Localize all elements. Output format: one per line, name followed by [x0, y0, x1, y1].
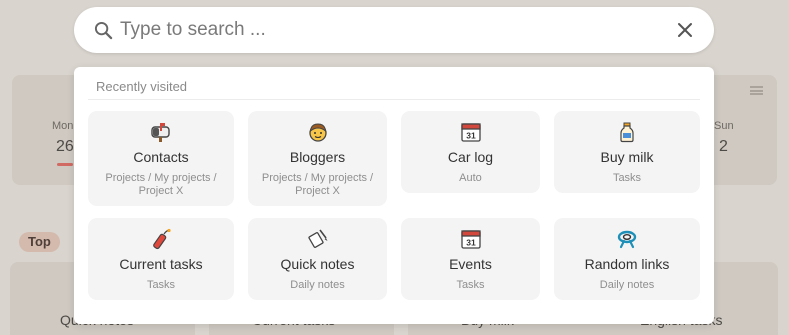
recent-item-bloggers[interactable]: Bloggers Projects / My projects / Projec…	[248, 111, 387, 206]
menu-icon	[750, 86, 763, 95]
day-number-sun: 2	[719, 138, 728, 155]
calendar-icon: 31	[460, 121, 482, 143]
recent-item-path: Auto	[459, 172, 482, 184]
recent-item-events[interactable]: 31 Events Tasks	[401, 218, 540, 300]
day-label-sun: Sun	[714, 120, 734, 132]
divider	[88, 99, 700, 100]
svg-text:31: 31	[466, 131, 476, 141]
recent-item-title: Random links	[584, 256, 670, 272]
recent-item-path: Projects / My projects / Project X	[261, 172, 374, 197]
recent-item-title: Buy milk	[600, 149, 654, 165]
recent-item-path: Tasks	[456, 279, 485, 291]
calendar-icon: 31	[460, 228, 482, 250]
recent-item-title: Current tasks	[119, 256, 203, 272]
recently-visited-heading: Recently visited	[96, 79, 188, 94]
recent-item-path: Projects / My projects / Project X	[105, 172, 217, 197]
recent-item-title: Car log	[447, 149, 494, 165]
search-bar	[74, 7, 714, 53]
recent-item-current-tasks[interactable]: Current tasks Tasks	[88, 218, 234, 300]
recent-item-random-links[interactable]: Random links Daily notes	[554, 218, 700, 300]
search-dropdown: Recently visited Contacts Projects / My …	[74, 67, 714, 324]
recent-item-path: Tasks	[146, 279, 176, 291]
recent-item-path: Tasks	[612, 172, 642, 184]
close-icon[interactable]	[676, 21, 694, 39]
note-pencil-icon	[307, 228, 329, 250]
day-label-mon: Mon	[52, 120, 74, 132]
today-indicator	[57, 163, 73, 166]
recent-item-title: Quick notes	[280, 256, 355, 272]
recent-item-path: Daily notes	[599, 279, 655, 291]
recent-item-title: Contacts	[133, 149, 189, 165]
search-input[interactable]	[120, 17, 660, 43]
search-icon	[94, 21, 113, 40]
recent-item-contacts[interactable]: Contacts Projects / My projects / Projec…	[88, 111, 234, 206]
face-icon	[307, 121, 329, 143]
milk-bottle-icon	[616, 121, 638, 143]
recent-item-car-log[interactable]: 31 Car log Auto	[401, 111, 540, 193]
recent-item-title: Events	[449, 256, 492, 272]
recent-item-title: Bloggers	[289, 149, 346, 165]
knot-icon	[616, 228, 638, 250]
mailbox-icon	[150, 121, 172, 143]
top-badge: Top	[19, 232, 60, 252]
firecracker-icon	[150, 228, 172, 250]
recent-item-quick-notes[interactable]: Quick notes Daily notes	[248, 218, 387, 300]
svg-text:31: 31	[466, 238, 476, 248]
recent-item-buy-milk[interactable]: Buy milk Tasks	[554, 111, 700, 193]
day-number-mon: 26	[56, 138, 74, 155]
recent-item-path: Daily notes	[290, 279, 345, 291]
